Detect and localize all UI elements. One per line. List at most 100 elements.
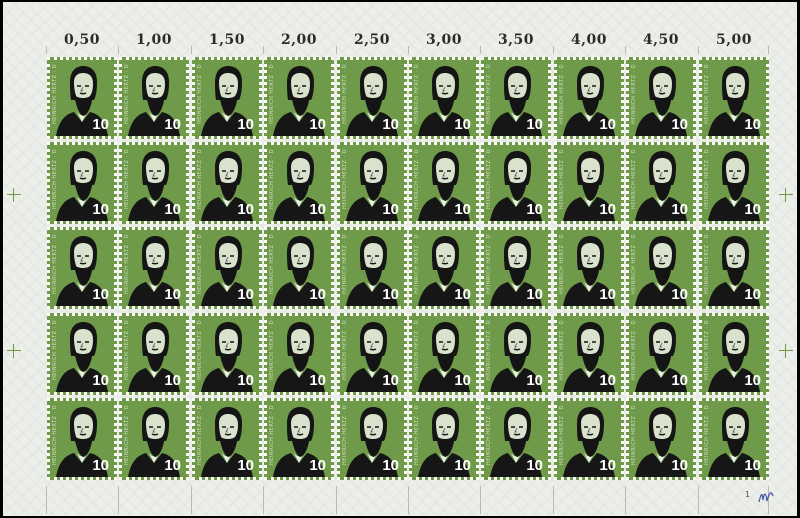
stamp-r1-c1[interactable]: HEINRICH HERTZ · DEUTSCHE BUNDESPOST 10: [47, 57, 117, 139]
sheet-number: 1: [745, 490, 751, 499]
sheet-counter-label: 4,50: [642, 32, 680, 48]
stamp-r4-c6[interactable]: HEINRICH HERTZ · DEUTSCHE BUNDESPOST 10: [409, 313, 479, 395]
stamp-r3-c3[interactable]: HEINRICH HERTZ · DEUTSCHE BUNDESPOST 10: [192, 227, 262, 309]
stamp-r1-c4[interactable]: HEINRICH HERTZ · DEUTSCHE BUNDESPOST 10: [264, 57, 334, 139]
sheet-counter-label: 4,00: [570, 32, 608, 48]
cut-line-bottom: [336, 486, 337, 514]
stamp-r3-c1[interactable]: HEINRICH HERTZ · DEUTSCHE BUNDESPOST 10: [47, 227, 117, 309]
stamp-r5-c8[interactable]: HEINRICH HERTZ · DEUTSCHE BUNDESPOST 10: [554, 398, 624, 480]
stamp-r3-c4[interactable]: HEINRICH HERTZ · DEUTSCHE BUNDESPOST 10: [264, 227, 334, 309]
cut-line-top: [768, 46, 769, 54]
stamp-r1-c2[interactable]: HEINRICH HERTZ · DEUTSCHE BUNDESPOST 10: [119, 57, 189, 139]
stamp-denomination: 10: [309, 372, 326, 389]
stamp-denomination: 10: [382, 457, 399, 474]
cut-line-top: [336, 46, 337, 54]
stamp-r4-c3[interactable]: HEINRICH HERTZ · DEUTSCHE BUNDESPOST 10: [192, 313, 262, 395]
stamp-denomination: 10: [744, 286, 761, 303]
cut-line-top: [118, 46, 119, 54]
stamp-r4-c7[interactable]: HEINRICH HERTZ · DEUTSCHE BUNDESPOST 10: [481, 313, 551, 395]
stamp-r2-c9[interactable]: HEINRICH HERTZ · DEUTSCHE BUNDESPOST 10: [626, 142, 696, 224]
stamp-r3-c8[interactable]: HEINRICH HERTZ · DEUTSCHE BUNDESPOST 10: [554, 227, 624, 309]
stamp-denomination: 10: [671, 372, 688, 389]
stamp-r4-c5[interactable]: HEINRICH HERTZ · DEUTSCHE BUNDESPOST 10: [337, 313, 407, 395]
stamp-r1-c7[interactable]: HEINRICH HERTZ · DEUTSCHE BUNDESPOST 10: [481, 57, 551, 139]
stamp-r1-c9[interactable]: HEINRICH HERTZ · DEUTSCHE BUNDESPOST 10: [626, 57, 696, 139]
stamp-r5-c2[interactable]: HEINRICH HERTZ · DEUTSCHE BUNDESPOST 10: [119, 398, 189, 480]
stamp-r2-c2[interactable]: HEINRICH HERTZ · DEUTSCHE BUNDESPOST 10: [119, 142, 189, 224]
stamp-denomination: 10: [454, 201, 471, 218]
stamp-r3-c6[interactable]: HEINRICH HERTZ · DEUTSCHE BUNDESPOST 10: [409, 227, 479, 309]
stamp-denomination: 10: [671, 457, 688, 474]
cut-line-top: [698, 46, 699, 54]
cut-line-top: [625, 46, 626, 54]
stamp-r2-c4[interactable]: HEINRICH HERTZ · DEUTSCHE BUNDESPOST 10: [264, 142, 334, 224]
stamp-r1-c8[interactable]: HEINRICH HERTZ · DEUTSCHE BUNDESPOST 10: [554, 57, 624, 139]
stamp-r2-c7[interactable]: HEINRICH HERTZ · DEUTSCHE BUNDESPOST 10: [481, 142, 551, 224]
stamp-r4-c4[interactable]: HEINRICH HERTZ · DEUTSCHE BUNDESPOST 10: [264, 313, 334, 395]
stamp-denomination: 10: [309, 116, 326, 133]
stamp-r3-c9[interactable]: HEINRICH HERTZ · DEUTSCHE BUNDESPOST 10: [626, 227, 696, 309]
stamp-denomination: 10: [671, 286, 688, 303]
stamp-denomination: 10: [92, 286, 109, 303]
stamp-denomination: 10: [309, 201, 326, 218]
stamp-denomination: 10: [237, 457, 254, 474]
stamp-sheet: 0,50 1,00 1,50 2,00 2,50 3,00 3,50 4,00 4,50 5,00…: [3, 2, 797, 516]
stamp-r2-c5[interactable]: HEINRICH HERTZ · DEUTSCHE BUNDESPOST 10: [337, 142, 407, 224]
stamp-r3-c10[interactable]: HEINRICH HERTZ · DEUTSCHE BUNDESPOST 10: [699, 227, 769, 309]
stamp-r4-c2[interactable]: HEINRICH HERTZ · DEUTSCHE BUNDESPOST 10: [119, 313, 189, 395]
cut-line-top: [553, 46, 554, 54]
stamp-r3-c2[interactable]: HEINRICH HERTZ · DEUTSCHE BUNDESPOST 10: [119, 227, 189, 309]
stamp-denomination: 10: [526, 372, 543, 389]
cut-line-bottom: [46, 486, 47, 514]
stamp-r2-c10[interactable]: HEINRICH HERTZ · DEUTSCHE BUNDESPOST 10: [699, 142, 769, 224]
sheet-counter-label: 3,00: [425, 32, 463, 48]
stamp-r3-c7[interactable]: HEINRICH HERTZ · DEUTSCHE BUNDESPOST 10: [481, 227, 551, 309]
stamp-denomination: 10: [382, 286, 399, 303]
register-cross-right-lower: [779, 344, 793, 358]
stamp-denomination: 10: [671, 201, 688, 218]
stamp-denomination: 10: [744, 116, 761, 133]
stamp-r4-c9[interactable]: HEINRICH HERTZ · DEUTSCHE BUNDESPOST 10: [626, 313, 696, 395]
stamp-r5-c7[interactable]: HEINRICH HERTZ · DEUTSCHE BUNDESPOST 10: [481, 398, 551, 480]
stamp-r5-c3[interactable]: HEINRICH HERTZ · DEUTSCHE BUNDESPOST 10: [192, 398, 262, 480]
cut-line-top: [191, 46, 192, 54]
stamp-r1-c3[interactable]: HEINRICH HERTZ · DEUTSCHE BUNDESPOST 10: [192, 57, 262, 139]
stamp-r5-c6[interactable]: HEINRICH HERTZ · DEUTSCHE BUNDESPOST 10: [409, 398, 479, 480]
stamp-r1-c5[interactable]: HEINRICH HERTZ · DEUTSCHE BUNDESPOST 10: [337, 57, 407, 139]
stamp-denomination: 10: [599, 457, 616, 474]
cut-line-top: [46, 46, 47, 54]
stamp-denomination: 10: [164, 372, 181, 389]
stamp-denomination: 10: [309, 457, 326, 474]
cut-line-bottom: [480, 486, 481, 514]
register-cross-left-lower: [7, 344, 21, 358]
stamp-r4-c1[interactable]: HEINRICH HERTZ · DEUTSCHE BUNDESPOST 10: [47, 313, 117, 395]
stamp-r2-c3[interactable]: HEINRICH HERTZ · DEUTSCHE BUNDESPOST 10: [192, 142, 262, 224]
stamp-denomination: 10: [237, 286, 254, 303]
stamp-r2-c6[interactable]: HEINRICH HERTZ · DEUTSCHE BUNDESPOST 10: [409, 142, 479, 224]
stamp-r5-c5[interactable]: HEINRICH HERTZ · DEUTSCHE BUNDESPOST 10: [337, 398, 407, 480]
register-cross-right-upper: [779, 188, 793, 202]
stamp-r2-c1[interactable]: HEINRICH HERTZ · DEUTSCHE BUNDESPOST 10: [47, 142, 117, 224]
stamp-denomination: 10: [382, 201, 399, 218]
stamp-r4-c10[interactable]: HEINRICH HERTZ · DEUTSCHE BUNDESPOST 10: [699, 313, 769, 395]
stamp-denomination: 10: [237, 116, 254, 133]
cut-line-top: [263, 46, 264, 54]
stamp-denomination: 10: [599, 116, 616, 133]
sheet-counter-label: 1,50: [208, 32, 246, 48]
stamp-r5-c4[interactable]: HEINRICH HERTZ · DEUTSCHE BUNDESPOST 10: [264, 398, 334, 480]
stamp-denomination: 10: [382, 372, 399, 389]
cut-line-top: [480, 46, 481, 54]
stamp-denomination: 10: [237, 201, 254, 218]
stamp-r5-c1[interactable]: HEINRICH HERTZ · DEUTSCHE BUNDESPOST 10: [47, 398, 117, 480]
stamp-r5-c9[interactable]: HEINRICH HERTZ · DEUTSCHE BUNDESPOST 10: [626, 398, 696, 480]
stamp-r1-c6[interactable]: HEINRICH HERTZ · DEUTSCHE BUNDESPOST 10: [409, 57, 479, 139]
stamp-denomination: 10: [237, 372, 254, 389]
stamp-r2-c8[interactable]: HEINRICH HERTZ · DEUTSCHE BUNDESPOST 10: [554, 142, 624, 224]
stamp-denomination: 10: [92, 201, 109, 218]
cut-line-top: [408, 46, 409, 54]
stamp-r3-c5[interactable]: HEINRICH HERTZ · DEUTSCHE BUNDESPOST 10: [337, 227, 407, 309]
stamp-r4-c8[interactable]: HEINRICH HERTZ · DEUTSCHE BUNDESPOST 10: [554, 313, 624, 395]
cut-line-bottom: [191, 486, 192, 514]
stamp-r5-c10[interactable]: HEINRICH HERTZ · DEUTSCHE BUNDESPOST 10: [699, 398, 769, 480]
stamp-r1-c10[interactable]: HEINRICH HERTZ · DEUTSCHE BUNDESPOST 10: [699, 57, 769, 139]
